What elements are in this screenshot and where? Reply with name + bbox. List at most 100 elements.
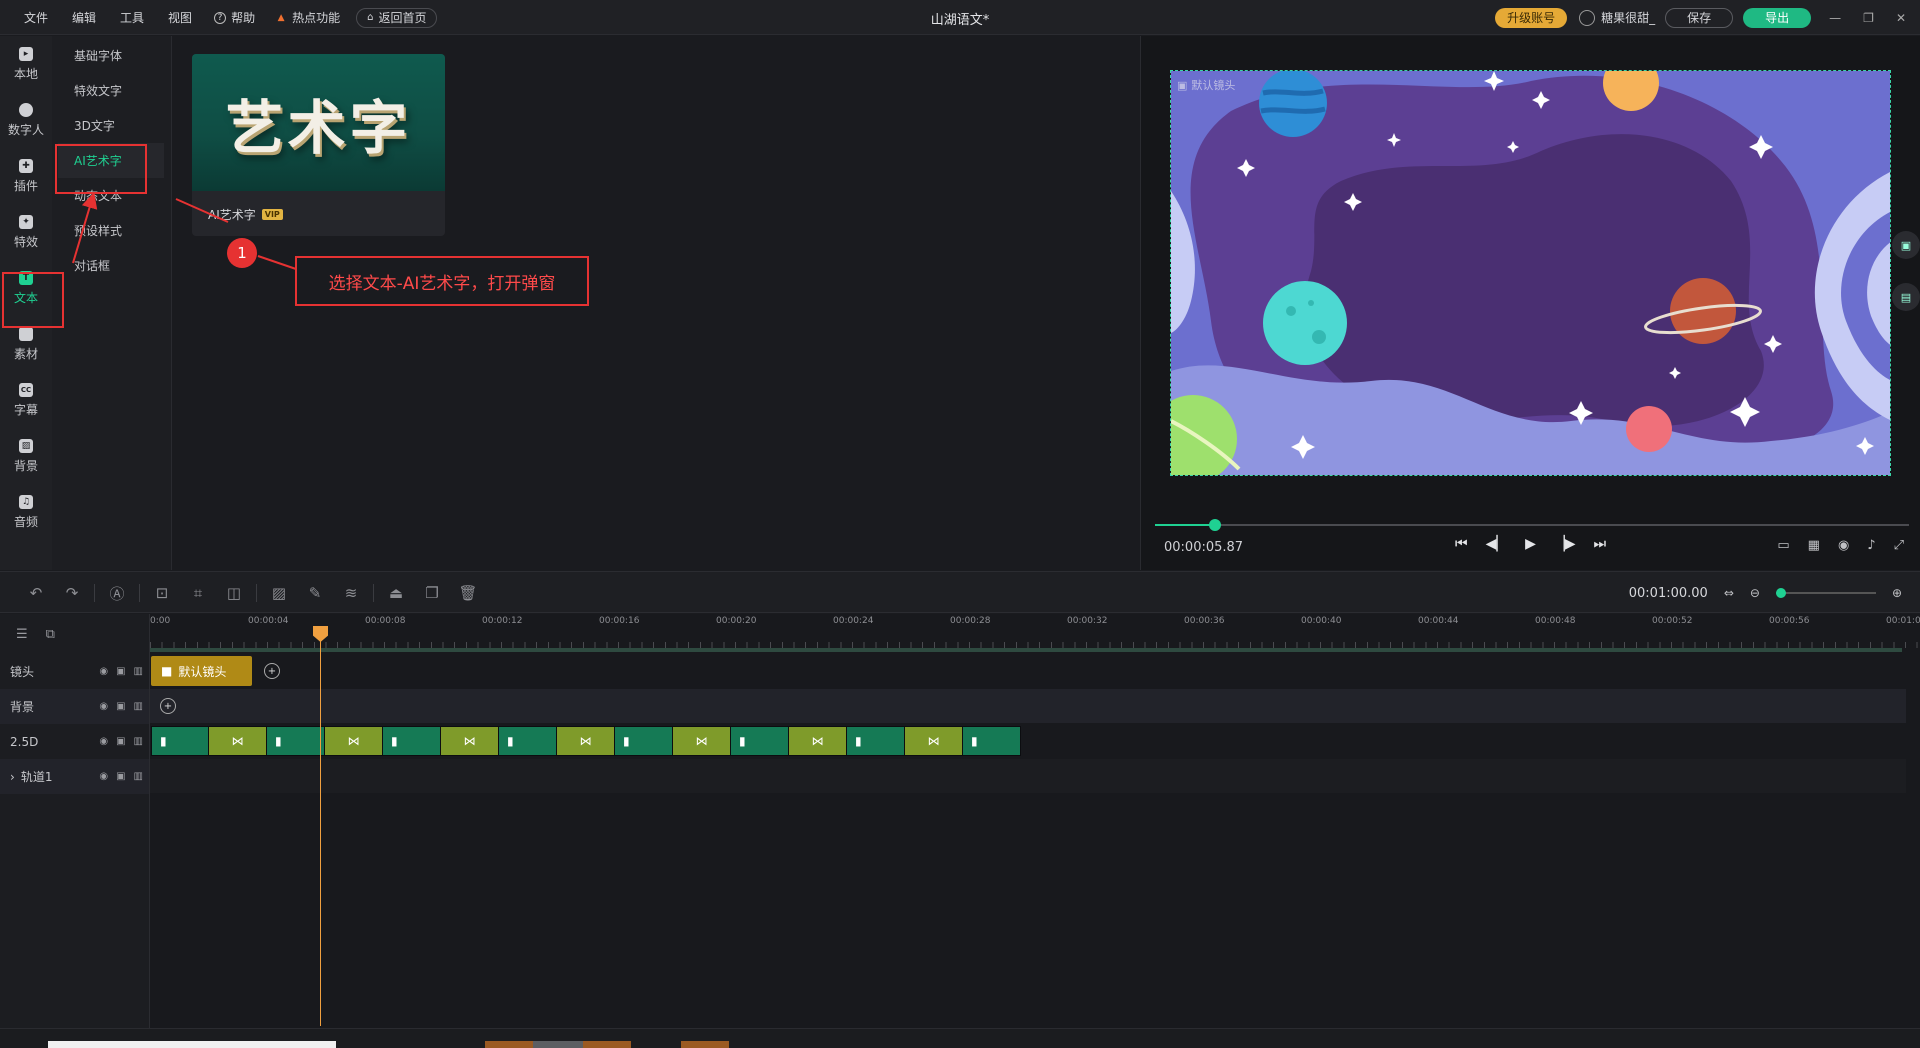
transition-clip[interactable]: ⋈ [788, 726, 847, 756]
export-button[interactable]: 导出 [1743, 7, 1812, 28]
eye-icon[interactable]: ◉ [99, 666, 108, 677]
preview-canvas[interactable]: ▣ 默认镜头 [1170, 70, 1891, 476]
upgrade-button[interactable]: 升级账号 [1495, 7, 1568, 28]
stamp-icon[interactable]: ⏏ [378, 584, 414, 602]
rail-item-subtitle[interactable]: CC 字幕 [0, 372, 52, 428]
rail-item-background[interactable]: ▨ 背景 [0, 428, 52, 484]
folder-icon: ▸ [19, 46, 33, 61]
video-clip[interactable]: ▮ [730, 726, 789, 756]
trash-icon[interactable]: ▥ [134, 736, 143, 747]
zoom-in-icon[interactable]: ⊕ [1892, 586, 1902, 600]
screen-icon[interactable]: ▭ [1777, 538, 1789, 553]
submenu-3d-text[interactable]: 3D文字 [52, 108, 171, 143]
delete-icon[interactable]: 🗑 [450, 584, 486, 602]
skip-end-icon[interactable]: ⏭ [1593, 536, 1606, 552]
timeline-playhead[interactable] [320, 626, 321, 1026]
user-account[interactable]: 糖果很甜_ [1579, 9, 1655, 26]
eye-icon[interactable]: ◉ [99, 736, 108, 747]
split-icon[interactable]: ⊡ [144, 584, 180, 602]
prev-frame-icon[interactable]: ◀▏ [1486, 536, 1508, 552]
undo-icon[interactable]: ↶ [18, 584, 54, 602]
fullscreen-icon[interactable]: ⤢ [1894, 538, 1904, 553]
camera-clip[interactable]: ■ 默认镜头 [151, 656, 252, 686]
background-icon: ▨ [19, 438, 33, 453]
menu-file[interactable]: 文件 [12, 9, 60, 26]
style-icon[interactable]: Ⓐ [99, 583, 135, 604]
ai-art-text-card[interactable]: 艺术字 AI艺术字 VIP [192, 54, 445, 236]
menu-tools[interactable]: 工具 [108, 9, 156, 26]
play-icon[interactable]: ▶ [1525, 536, 1536, 552]
submenu-effect-text[interactable]: 特效文字 [52, 73, 171, 108]
rail-item-audio[interactable]: ♫ 音频 [0, 484, 52, 540]
crop-icon[interactable]: ⌗ [180, 584, 216, 602]
rail-item-digital-human[interactable]: 数字人 [0, 92, 52, 148]
menu-edit[interactable]: 编辑 [60, 9, 108, 26]
annotation-box-text-rail [2, 272, 64, 328]
lock-icon[interactable]: ▤ [1892, 283, 1920, 311]
preview-scrubber[interactable] [1155, 519, 1909, 531]
submenu-dialog-box[interactable]: 对话框 [52, 248, 171, 283]
back-home-button[interactable]: ⌂ 返回首页 [356, 7, 438, 28]
grid-icon[interactable]: ▦ [1808, 538, 1820, 553]
redo-icon[interactable]: ↷ [54, 584, 90, 602]
rail-item-effects[interactable]: ✦ 特效 [0, 204, 52, 260]
transition-clip[interactable]: ⋈ [208, 726, 267, 756]
transition-clip[interactable]: ⋈ [324, 726, 383, 756]
minimize-icon[interactable]: — [1829, 11, 1841, 25]
zoom-out-icon[interactable]: ⊖ [1750, 586, 1760, 600]
annotation-box-ai-art [55, 144, 147, 194]
add-track-icon[interactable]: ⧉ [46, 627, 55, 642]
card-thumbnail: 艺术字 [192, 54, 445, 191]
timeline-zoom-slider[interactable] [1775, 588, 1876, 598]
video-clip[interactable]: ▮ [382, 726, 441, 756]
trash-icon[interactable]: ▥ [134, 701, 143, 712]
save-button[interactable]: 保存 [1665, 7, 1734, 28]
mirror-icon[interactable]: ◫ [216, 584, 252, 602]
volume-icon[interactable]: ♪ [1867, 538, 1875, 553]
brush-icon[interactable]: ✎ [297, 584, 333, 602]
track-settings-icon[interactable]: ☰ [16, 627, 28, 642]
transition-clip[interactable]: ⋈ [440, 726, 499, 756]
transition-clip[interactable]: ⋈ [556, 726, 615, 756]
transition-clip[interactable]: ⋈ [904, 726, 963, 756]
add-keyframe-button[interactable]: + [264, 663, 280, 679]
timeline-ruler[interactable]: 0:00 00:00:04 00:00:08 00:00:12 00:00:16… [150, 614, 1920, 654]
lock-icon[interactable]: ▣ [116, 771, 125, 782]
close-icon[interactable]: ✕ [1896, 11, 1906, 25]
fit-screen-icon[interactable]: ▣ [1892, 231, 1920, 259]
username: 糖果很甜_ [1601, 11, 1656, 25]
submenu-basic-font[interactable]: 基础字体 [52, 38, 171, 73]
lock-icon[interactable]: ▣ [116, 701, 125, 712]
rail-item-plugin[interactable]: ✚ 插件 [0, 148, 52, 204]
layers-icon[interactable]: ≋ [333, 584, 369, 602]
video-clip[interactable]: ▮ [151, 726, 209, 756]
eye-icon[interactable]: ◉ [99, 701, 108, 712]
video-clip[interactable]: ▮ [962, 726, 1021, 756]
menu-hot[interactable]: ▲ 热点功能 [265, 9, 350, 26]
transition-clip[interactable]: ⋈ [672, 726, 731, 756]
video-clip[interactable]: ▮ [614, 726, 673, 756]
copy-icon[interactable]: ❐ [414, 584, 450, 602]
expand-icon[interactable]: › [10, 770, 15, 784]
eye-icon[interactable]: ◉ [99, 771, 108, 782]
rail-item-local[interactable]: ▸ 本地 [0, 36, 52, 92]
lock-icon[interactable]: ▣ [116, 666, 125, 677]
trash-icon[interactable]: ▥ [134, 771, 143, 782]
skip-start-icon[interactable]: ⏮ [1455, 536, 1468, 552]
snapshot-icon[interactable]: ◉ [1838, 538, 1849, 553]
trash-icon[interactable]: ▥ [134, 666, 143, 677]
next-frame-icon[interactable]: ▕▶ [1554, 536, 1576, 552]
menu-help[interactable]: ? 帮助 [204, 9, 265, 26]
video-clip[interactable]: ▮ [498, 726, 557, 756]
image-edit-icon[interactable]: ▨ [261, 584, 297, 602]
menu-view[interactable]: 视图 [156, 9, 204, 26]
fit-timeline-icon[interactable]: ⇔ [1724, 586, 1734, 600]
restore-icon[interactable]: ❐ [1863, 11, 1874, 25]
zoom-handle[interactable] [1775, 588, 1786, 598]
submenu-preset-style[interactable]: 预设样式 [52, 213, 171, 248]
lock-icon[interactable]: ▣ [116, 736, 125, 747]
add-background-button[interactable]: + [160, 698, 176, 714]
scrubber-handle[interactable] [1209, 519, 1222, 531]
video-clip[interactable]: ▮ [846, 726, 905, 756]
video-clip[interactable]: ▮ [266, 726, 325, 756]
